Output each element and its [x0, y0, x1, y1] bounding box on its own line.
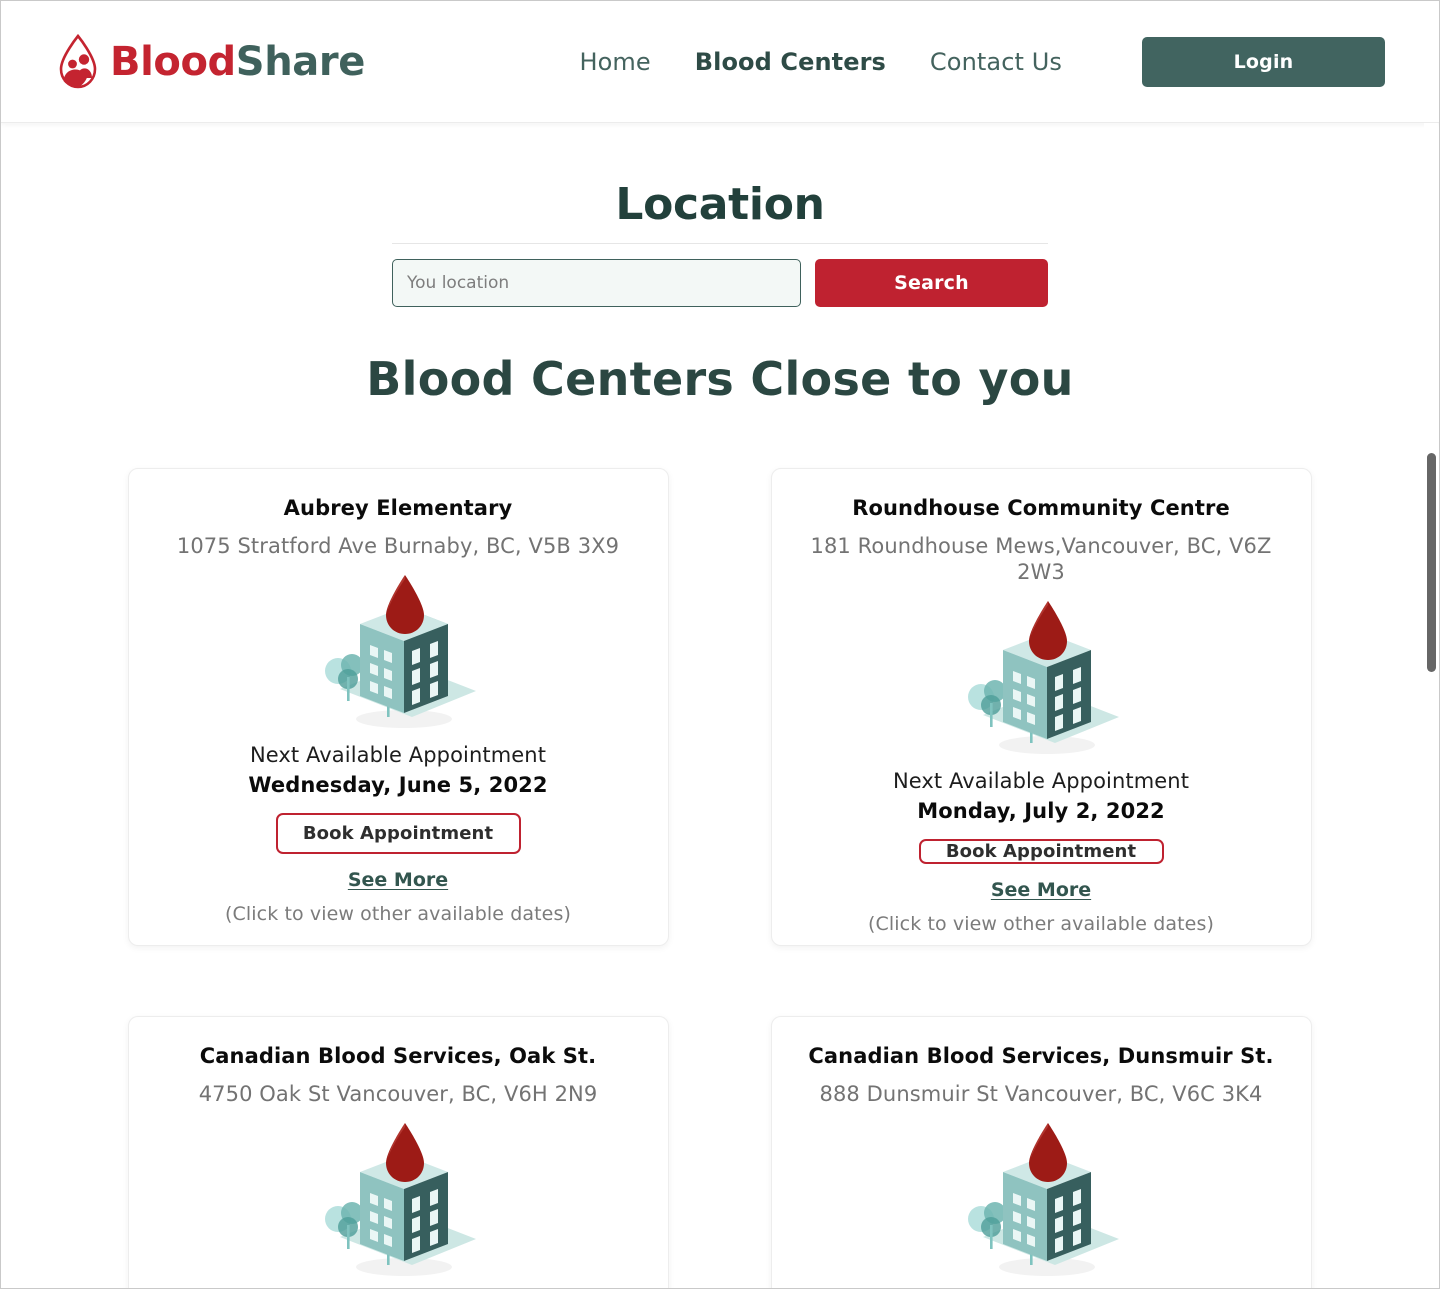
blood-center-card[interactable]: Canadian Blood Services, Oak St. 4750 Oa… [127, 1016, 669, 1288]
location-search-section: Location Search [392, 123, 1048, 308]
see-more-link[interactable]: See More [991, 879, 1091, 901]
center-address: 1075 Stratford Ave Burnaby, BC, V5B 3X9 [176, 533, 620, 558]
see-more-link[interactable]: See More [348, 869, 448, 891]
brand-wordmark: BloodShare [110, 42, 365, 82]
center-name: Canadian Blood Services, Oak St. [199, 1044, 597, 1069]
center-address: 181 Roundhouse Mews,Vancouver, BC, V6Z 2… [810, 533, 1272, 584]
search-row: Search [392, 259, 1048, 308]
click-hint-text: (Click to view other available dates) [225, 903, 571, 926]
center-name: Canadian Blood Services, Dunsmuir St. [808, 1044, 1274, 1069]
book-appointment-button[interactable]: Book Appointment [918, 839, 1164, 865]
nav-item-blood-centers[interactable]: Blood Centers [695, 48, 886, 76]
blood-drop-people-icon [59, 33, 97, 88]
blood-centers-grid: Aubrey Elementary 1075 Stratford Ave Bur… [127, 468, 1313, 1288]
isometric-building-blood-drop-icon [325, 1122, 476, 1276]
title-divider [392, 243, 1048, 245]
blood-center-card[interactable]: Roundhouse Community Centre 181 Roundhou… [770, 468, 1312, 947]
next-appointment-date: Wednesday, June 5, 2022 [248, 772, 548, 797]
blood-center-card[interactable]: Aubrey Elementary 1075 Stratford Ave Bur… [127, 468, 669, 947]
next-appointment-label: Next Available Appointment [892, 769, 1190, 794]
location-input[interactable] [392, 259, 801, 308]
blood-center-card[interactable]: Canadian Blood Services, Dunsmuir St. 88… [770, 1016, 1312, 1288]
site-header: BloodShare Home Blood Centers Contact Us… [1, 1, 1439, 123]
click-hint-text: (Click to view other available dates) [868, 913, 1214, 936]
section-heading: Blood Centers Close to you [366, 352, 1074, 407]
browser-page: BloodShare Home Blood Centers Contact Us… [0, 0, 1440, 1289]
next-appointment-label: Next Available Appointment [249, 742, 547, 767]
book-appointment-button[interactable]: Book Appointment [275, 812, 521, 855]
nav-item-contact-us[interactable]: Contact Us [930, 48, 1062, 76]
center-address: 4750 Oak St Vancouver, BC, V6H 2N9 [198, 1081, 598, 1106]
brand-text-share: Share [235, 38, 366, 85]
brand-logo[interactable]: BloodShare [55, 33, 365, 90]
login-button[interactable]: Login [1142, 36, 1385, 87]
isometric-building-blood-drop-icon [968, 1122, 1119, 1276]
page-scrollbar-track[interactable] [1424, 123, 1438, 1288]
main-navigation: Home Blood Centers Contact Us Login [579, 36, 1385, 87]
brand-text-blood: Blood [110, 38, 236, 85]
page-content: Location Search Blood Centers Close to y… [1, 123, 1439, 1288]
center-name: Aubrey Elementary [283, 496, 513, 521]
isometric-building-blood-drop-icon [968, 601, 1119, 755]
page-scrollbar-thumb[interactable] [1427, 453, 1436, 672]
nav-item-home[interactable]: Home [579, 48, 650, 76]
page-title: Location [615, 179, 825, 230]
next-appointment-date: Monday, July 2, 2022 [917, 799, 1165, 824]
isometric-building-blood-drop-icon [325, 574, 476, 728]
search-button[interactable]: Search [815, 259, 1048, 308]
center-name: Roundhouse Community Centre [852, 496, 1230, 521]
center-address: 888 Dunsmuir St Vancouver, BC, V6C 3K4 [819, 1081, 1263, 1106]
